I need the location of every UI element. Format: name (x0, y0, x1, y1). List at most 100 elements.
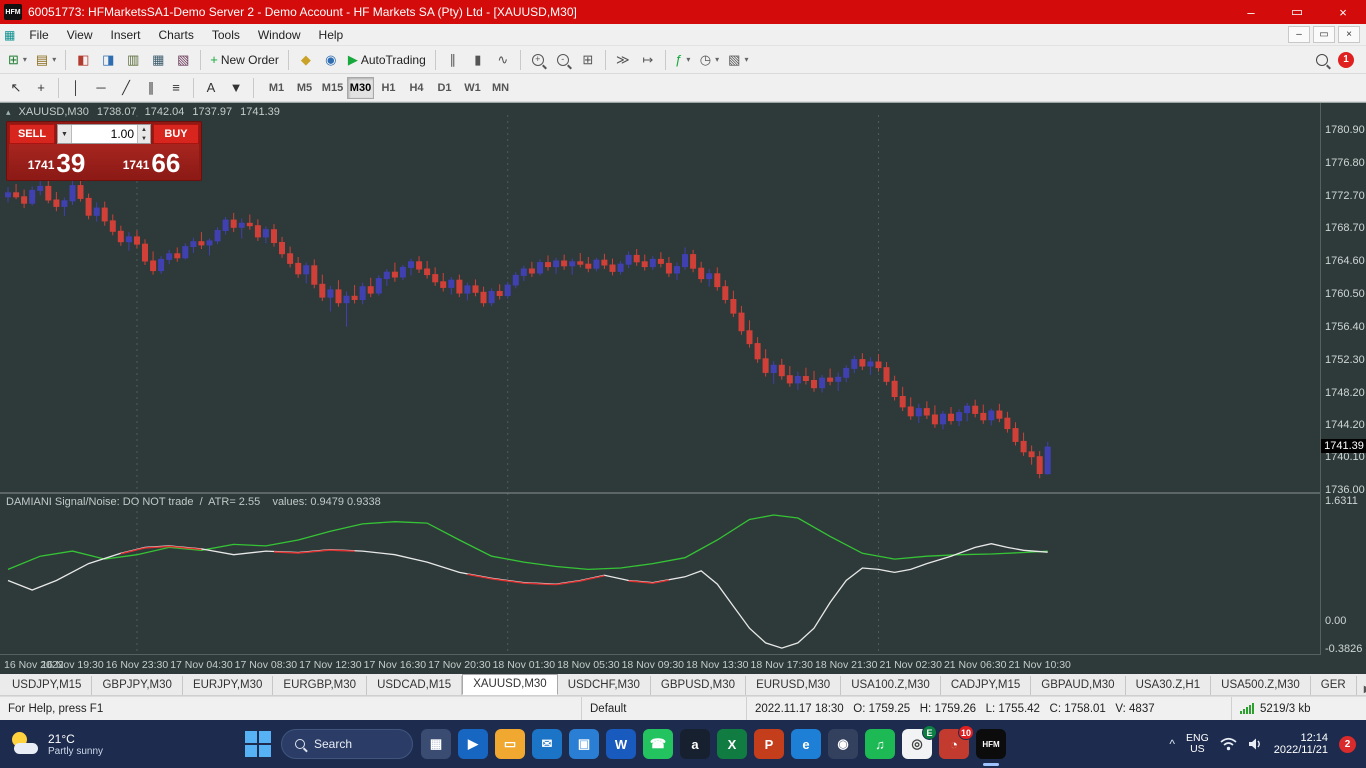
timeframe-h4[interactable]: H4 (403, 77, 430, 99)
timeframe-m1[interactable]: M1 (263, 77, 290, 99)
taskbar-app-microsoft-store[interactable]: ▣ (569, 729, 599, 759)
search-icon[interactable] (1316, 54, 1328, 66)
notifications-badge[interactable]: 1 (1338, 52, 1354, 68)
autotrading-button[interactable]: ▶AutoTrading (344, 48, 430, 72)
terminal-button[interactable]: ▦ (146, 48, 170, 72)
strategy-tester-button[interactable]: ▧ (171, 48, 195, 72)
market-watch-button[interactable]: ◧ (71, 48, 95, 72)
symbol-tab-gbpusd-m30[interactable]: GBPUSD,M30 (651, 676, 746, 695)
menu-help[interactable]: Help (310, 26, 353, 44)
mdi-restore-button[interactable]: ▭ (1313, 26, 1335, 43)
indicators-button[interactable]: ƒ▾ (671, 48, 695, 72)
taskbar-app-excel[interactable]: X (717, 729, 747, 759)
symbol-tab-gbpaud-m30[interactable]: GBPAUD,M30 (1031, 676, 1125, 695)
taskbar-app-task-view[interactable]: ▦ (421, 729, 451, 759)
bar-chart-button[interactable]: ∥ (441, 48, 465, 72)
line-chart-button[interactable]: ∿ (491, 48, 515, 72)
sell-price[interactable]: 1741 39 (9, 144, 104, 178)
taskbar-search[interactable]: Search (281, 729, 413, 759)
channel-button[interactable]: ∥ (139, 76, 163, 100)
timeframe-m5[interactable]: M5 (291, 77, 318, 99)
zoom-in-button[interactable]: + (526, 48, 550, 72)
tabs-scroll-right-icon[interactable]: ▶ (1357, 684, 1366, 695)
minimize-button[interactable]: – (1228, 0, 1274, 24)
buy-price[interactable]: 1741 66 (104, 144, 199, 178)
status-profile[interactable]: Default (581, 697, 746, 720)
crosshair-button[interactable]: + (29, 76, 53, 100)
notification-count-badge[interactable]: 2 (1339, 736, 1356, 753)
taskbar-app-movies-app[interactable]: ▶ (458, 729, 488, 759)
profiles-button[interactable]: ▤▾ (32, 48, 60, 72)
chart-shift-button[interactable]: ↦ (636, 48, 660, 72)
time-axis[interactable]: 16 Nov 202216 Nov 19:3016 Nov 23:3017 No… (0, 654, 1366, 674)
metaeditor-button[interactable]: ◆ (294, 48, 318, 72)
volume-icon[interactable] (1248, 737, 1263, 751)
tray-chevron-icon[interactable]: ^ (1169, 737, 1175, 751)
symbol-tab-ger[interactable]: GER (1311, 676, 1357, 695)
taskbar-app-file-explorer[interactable]: ▭ (495, 729, 525, 759)
tile-windows-button[interactable]: ⊞ (576, 48, 600, 72)
timeframe-d1[interactable]: D1 (431, 77, 458, 99)
symbol-tab-gbpjpy-m30[interactable]: GBPJPY,M30 (92, 676, 182, 695)
taskbar-app-amazon[interactable]: a (680, 729, 710, 759)
taskbar-app-hfm-terminal[interactable]: HFM (976, 729, 1006, 759)
navigator-button[interactable]: ▥ (121, 48, 145, 72)
taskbar-app-chrome[interactable]: ◎E (902, 729, 932, 759)
price-axis[interactable]: 1780.901776.801772.701768.701764.601760.… (1320, 103, 1366, 655)
timeframe-h1[interactable]: H1 (375, 77, 402, 99)
taskbar-app-photos-app[interactable]: ◉ (828, 729, 858, 759)
taskbar-app-mail-app[interactable]: ✉ (532, 729, 562, 759)
close-button[interactable]: × (1320, 0, 1366, 24)
sell-button[interactable]: SELL (9, 124, 55, 144)
symbol-tab-usa30-z-h1[interactable]: USA30.Z,H1 (1126, 676, 1212, 695)
templates-button[interactable]: ▧▾ (724, 48, 752, 72)
volume-field[interactable]: ▼ 1.00 ▲ ▼ (57, 124, 151, 144)
fibonacci-button[interactable]: ≡ (164, 76, 188, 100)
timeframe-w1[interactable]: W1 (459, 77, 486, 99)
volume-up-icon[interactable]: ▲ (137, 125, 150, 134)
candlestick-chart-button[interactable]: ▮ (466, 48, 490, 72)
symbol-tab-cadjpy-m15[interactable]: CADJPY,M15 (941, 676, 1031, 695)
vertical-line-button[interactable]: │ (64, 76, 88, 100)
menu-view[interactable]: View (58, 26, 102, 44)
clock-widget[interactable]: 12:14 2022/11/21 (1274, 732, 1328, 756)
symbol-tab-eurjpy-m30[interactable]: EURJPY,M30 (183, 676, 273, 695)
buy-button[interactable]: BUY (153, 124, 199, 144)
mdi-minimize-button[interactable]: – (1288, 26, 1310, 43)
text-button[interactable]: A (199, 76, 223, 100)
taskbar-app-word[interactable]: W (606, 729, 636, 759)
menu-tools[interactable]: Tools (203, 26, 249, 44)
timeframe-m30[interactable]: M30 (347, 77, 374, 99)
symbol-tab-usdjpy-m15[interactable]: USDJPY,M15 (2, 676, 92, 695)
volume-input[interactable]: 1.00 (72, 125, 137, 143)
taskbar-app-opera-browser[interactable]: ◔10 (939, 729, 969, 759)
timeframe-m15[interactable]: M15 (319, 77, 346, 99)
cursor-button[interactable]: ↖ (4, 76, 28, 100)
mql5-community-button[interactable]: ◉ (319, 48, 343, 72)
taskbar-app-powerpoint[interactable]: P (754, 729, 784, 759)
language-indicator[interactable]: ENGUS (1186, 733, 1209, 755)
volume-down-icon[interactable]: ▼ (137, 134, 150, 143)
mdi-close-button[interactable]: × (1338, 26, 1360, 43)
chart-window[interactable]: ▴ XAUUSD,M30 1738.07 1742.04 1737.97 174… (0, 102, 1366, 674)
taskbar-app-whatsapp[interactable]: ☎ (643, 729, 673, 759)
collapse-panel-icon[interactable]: ▴ (6, 107, 11, 118)
symbol-tab-xauusd-m30[interactable]: XAUUSD,M30 (462, 674, 558, 695)
arrows-button[interactable]: ▼ (224, 76, 248, 100)
taskbar-app-edge[interactable]: e (791, 729, 821, 759)
volume-stepper[interactable]: ▲ ▼ (137, 125, 150, 143)
new-order-button[interactable]: +New Order (206, 48, 283, 72)
horizontal-line-button[interactable]: ─ (89, 76, 113, 100)
menu-file[interactable]: File (20, 26, 57, 44)
candlestick-chart[interactable] (0, 103, 1320, 655)
new-chart-button[interactable]: ⊞▾ (4, 48, 31, 72)
zoom-out-button[interactable]: - (551, 48, 575, 72)
symbol-tab-eurusd-m30[interactable]: EURUSD,M30 (746, 676, 841, 695)
trendline-button[interactable]: ╱ (114, 76, 138, 100)
menu-insert[interactable]: Insert (101, 26, 149, 44)
symbol-tab-usdchf-m30[interactable]: USDCHF,M30 (558, 676, 651, 695)
menu-charts[interactable]: Charts (150, 26, 203, 44)
symbol-tab-usa100-z-m30[interactable]: USA100.Z,M30 (841, 676, 941, 695)
timeframe-mn[interactable]: MN (487, 77, 514, 99)
volume-dropdown-icon[interactable]: ▼ (58, 125, 72, 143)
